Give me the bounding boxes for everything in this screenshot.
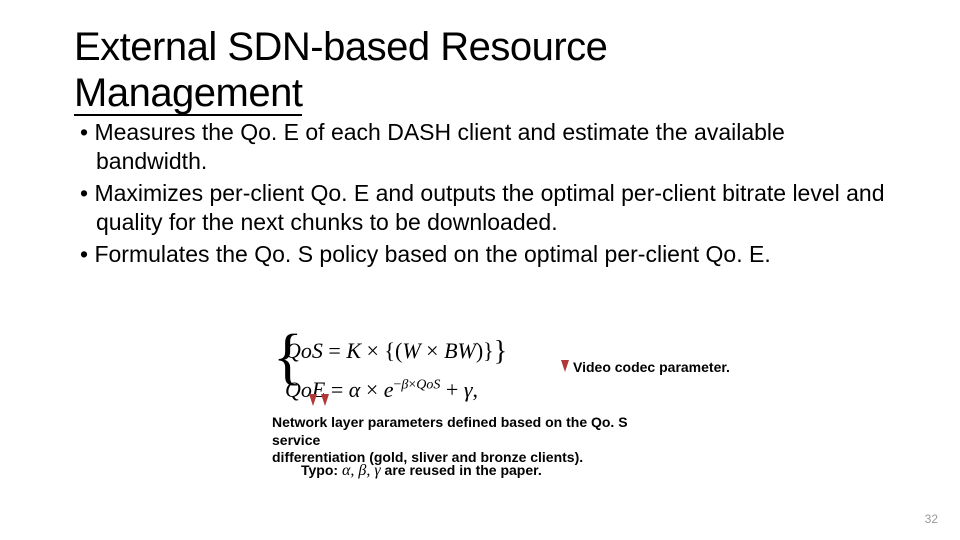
e: e: [384, 377, 394, 402]
plus: +: [440, 377, 463, 402]
bullet-text: Measures the Qo. E of each DASH client a…: [94, 119, 784, 174]
bullet-text: Maximizes per-client Qo. E and outputs t…: [94, 180, 884, 235]
gamma: γ: [464, 377, 473, 402]
bullet-item: • Maximizes per-client Qo. E and outputs…: [80, 179, 890, 238]
qos-in-exp: QoS: [416, 378, 440, 393]
bullet-item: • Measures the Qo. E of each DASH client…: [80, 118, 890, 177]
slide-title: External SDN-based Resource Management: [74, 24, 607, 116]
bullet-item: • Formulates the Qo. S policy based on t…: [80, 240, 890, 269]
page-number: 32: [925, 512, 938, 526]
times: ×: [421, 338, 444, 363]
annotation-line: Network layer parameters defined based o…: [272, 414, 628, 448]
typo-note: Typo: α, β, γ are reused in the paper.: [301, 462, 542, 480]
annotation-network-layer: Network layer parameters defined based o…: [272, 414, 662, 467]
arrow-icon: [561, 360, 569, 372]
alpha: α: [349, 377, 361, 402]
rbrace-paren: )}: [476, 338, 494, 363]
formula-line-2: QoE = α × e−β×QoS + γ,: [285, 373, 507, 407]
comma: ,: [473, 377, 479, 402]
typo-prefix: Typo:: [301, 462, 342, 478]
exponent: −β×QoS: [394, 378, 441, 393]
qos-lhs: QoS: [285, 338, 323, 363]
eq: =: [323, 338, 346, 363]
bullet-text: Formulates the Qo. S policy based on the…: [94, 241, 770, 267]
lbrace-paren: {(: [384, 338, 402, 363]
W: W: [402, 338, 420, 363]
arrow-icon: [321, 394, 329, 406]
annotation-video-codec: Video codec parameter.: [573, 359, 730, 377]
formula-line-1: QoS = K × {(W × BW)} }: [285, 330, 507, 373]
K: K: [346, 338, 361, 363]
BW: BW: [444, 338, 476, 363]
title-line-1: External SDN-based Resource: [74, 25, 607, 69]
slide: External SDN-based Resource Management •…: [0, 0, 960, 540]
times: ×: [361, 338, 384, 363]
times: ×: [360, 377, 383, 402]
title-underline: [74, 114, 302, 116]
typo-suffix: are reused in the paper.: [381, 462, 542, 478]
typo-math: α, β, γ: [342, 462, 381, 479]
bullet-list: • Measures the Qo. E of each DASH client…: [80, 118, 890, 271]
title-line-2: Management: [74, 71, 302, 115]
qoe-lhs: QoE: [285, 377, 325, 402]
formula-block: QoS = K × {(W × BW)} } QoE = α × e−β×QoS…: [285, 330, 507, 407]
right-brace-icon: }: [494, 330, 507, 373]
arrow-icon: [309, 394, 317, 406]
